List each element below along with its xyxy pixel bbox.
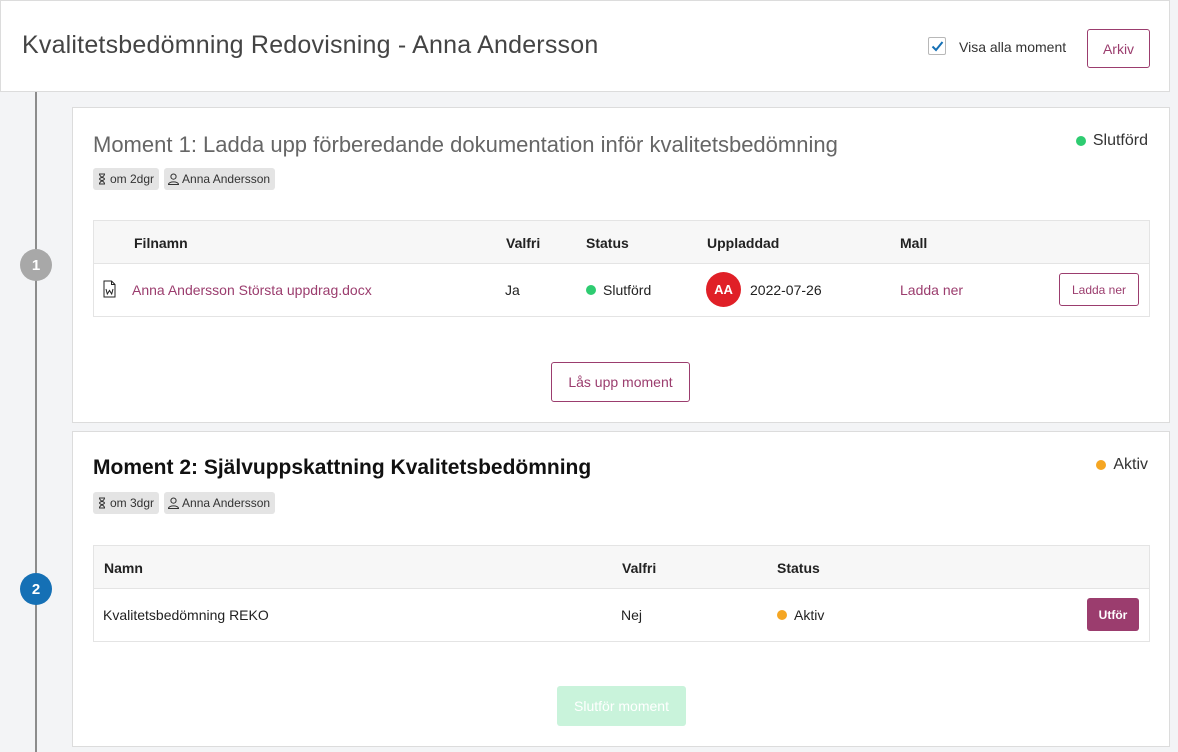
column-header: Valfri	[622, 560, 657, 576]
user-icon	[168, 497, 180, 509]
word-document-icon	[103, 280, 116, 298]
status-dot-icon	[1096, 460, 1107, 470]
show-all-label[interactable]: Visa alla moment	[959, 39, 1066, 55]
moment-2-status-label: Aktiv	[1113, 456, 1148, 473]
moment-2-title: Moment 2: Självuppskattning Kvalitetsbed…	[93, 456, 592, 479]
row-status: Slutförd	[586, 282, 651, 298]
uploaded-date: 2022-07-26	[750, 282, 822, 298]
row-status: Aktiv	[777, 607, 824, 623]
archive-button[interactable]: Arkiv	[1087, 29, 1150, 68]
download-button[interactable]: Ladda ner	[1059, 273, 1139, 306]
status-dot-icon	[777, 610, 787, 620]
checkmark-icon	[931, 41, 944, 52]
column-header: Valfri	[506, 235, 541, 251]
column-header: Namn	[104, 560, 143, 576]
perform-button[interactable]: Utför	[1087, 598, 1139, 631]
moment-2-task-table: Namn Valfri Status Kvalitetsbedömning RE…	[93, 545, 1150, 642]
unlock-moment-button[interactable]: Lås upp moment	[551, 362, 690, 402]
timeline-line	[35, 92, 37, 752]
table-row: Anna Andersson Största uppdrag.docx Ja S…	[94, 264, 1149, 316]
table-header: Namn Valfri Status	[94, 546, 1149, 589]
page-header: Kvalitetsbedömning Redovisning - Anna An…	[0, 0, 1170, 92]
step-1-marker: 1	[20, 249, 52, 281]
due-tag-label: om 3dgr	[110, 496, 155, 510]
user-icon	[168, 173, 180, 185]
due-tag: om 2dgr	[93, 168, 160, 190]
column-header: Mall	[900, 235, 928, 251]
avatar: AA	[706, 272, 741, 307]
hourglass-icon	[98, 497, 106, 509]
moment-1-card: Moment 1: Ladda upp förberedande dokumen…	[72, 107, 1170, 423]
moment-1-status: Slutförd	[1075, 132, 1148, 150]
column-header: Status	[777, 560, 820, 576]
moment-1-title: Moment 1: Ladda upp förberedande dokumen…	[93, 132, 838, 157]
due-tag-label: om 2dgr	[110, 172, 155, 186]
due-tag: om 3dgr	[93, 492, 160, 514]
page-title: Kvalitetsbedömning Redovisning - Anna An…	[22, 31, 599, 59]
template-download-link[interactable]: Ladda ner	[900, 282, 963, 298]
status-dot-icon	[586, 285, 596, 295]
moment-1-tags: om 2dgr Anna Andersson	[93, 168, 276, 190]
moment-1-status-label: Slutförd	[1092, 132, 1148, 149]
column-header: Uppladdad	[707, 235, 780, 251]
moment-2-status: Aktiv	[1096, 456, 1148, 474]
status-dot-icon	[1075, 136, 1086, 146]
assignee-tag-label: Anna Andersson	[182, 172, 271, 186]
complete-moment-button[interactable]: Slutför moment	[557, 686, 686, 726]
file-link[interactable]: Anna Andersson Största uppdrag.docx	[132, 282, 372, 298]
show-all-checkbox[interactable]	[928, 37, 946, 55]
moment-2-card: Moment 2: Självuppskattning Kvalitetsbed…	[72, 431, 1170, 747]
moment-1-file-table: Filnamn Valfri Status Uppladdad Mall Ann…	[93, 220, 1150, 317]
assignee-tag: Anna Andersson	[164, 492, 276, 514]
row-status-label: Aktiv	[794, 607, 825, 623]
task-name: Kvalitetsbedömning REKO	[103, 607, 269, 623]
row-status-label: Slutförd	[603, 282, 652, 298]
optional-value: Ja	[505, 282, 520, 298]
assignee-tag-label: Anna Andersson	[182, 496, 271, 510]
table-header: Filnamn Valfri Status Uppladdad Mall	[94, 221, 1149, 264]
table-row: Kvalitetsbedömning REKO Nej Aktiv Utför	[94, 589, 1149, 641]
optional-value: Nej	[621, 607, 643, 623]
column-header: Filnamn	[134, 235, 188, 251]
assignee-tag: Anna Andersson	[164, 168, 276, 190]
step-2-marker: 2	[20, 573, 52, 605]
column-header: Status	[586, 235, 629, 251]
moment-2-tags: om 3dgr Anna Andersson	[93, 492, 276, 514]
hourglass-icon	[98, 173, 106, 185]
